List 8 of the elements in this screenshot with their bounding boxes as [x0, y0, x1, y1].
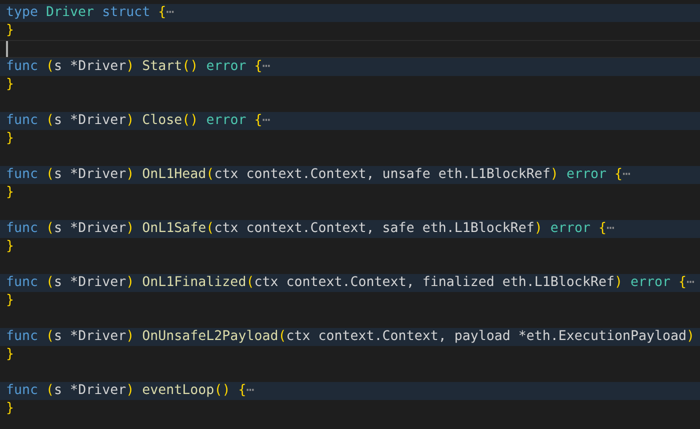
code-line: }	[5, 22, 16, 40]
code-line: }	[5, 238, 16, 256]
code-line: }	[5, 346, 16, 364]
code-line: }	[5, 76, 16, 94]
code-line: }	[5, 130, 16, 148]
code-line: }	[5, 292, 16, 310]
code-line: }	[5, 400, 16, 418]
code-line: }	[5, 184, 16, 202]
